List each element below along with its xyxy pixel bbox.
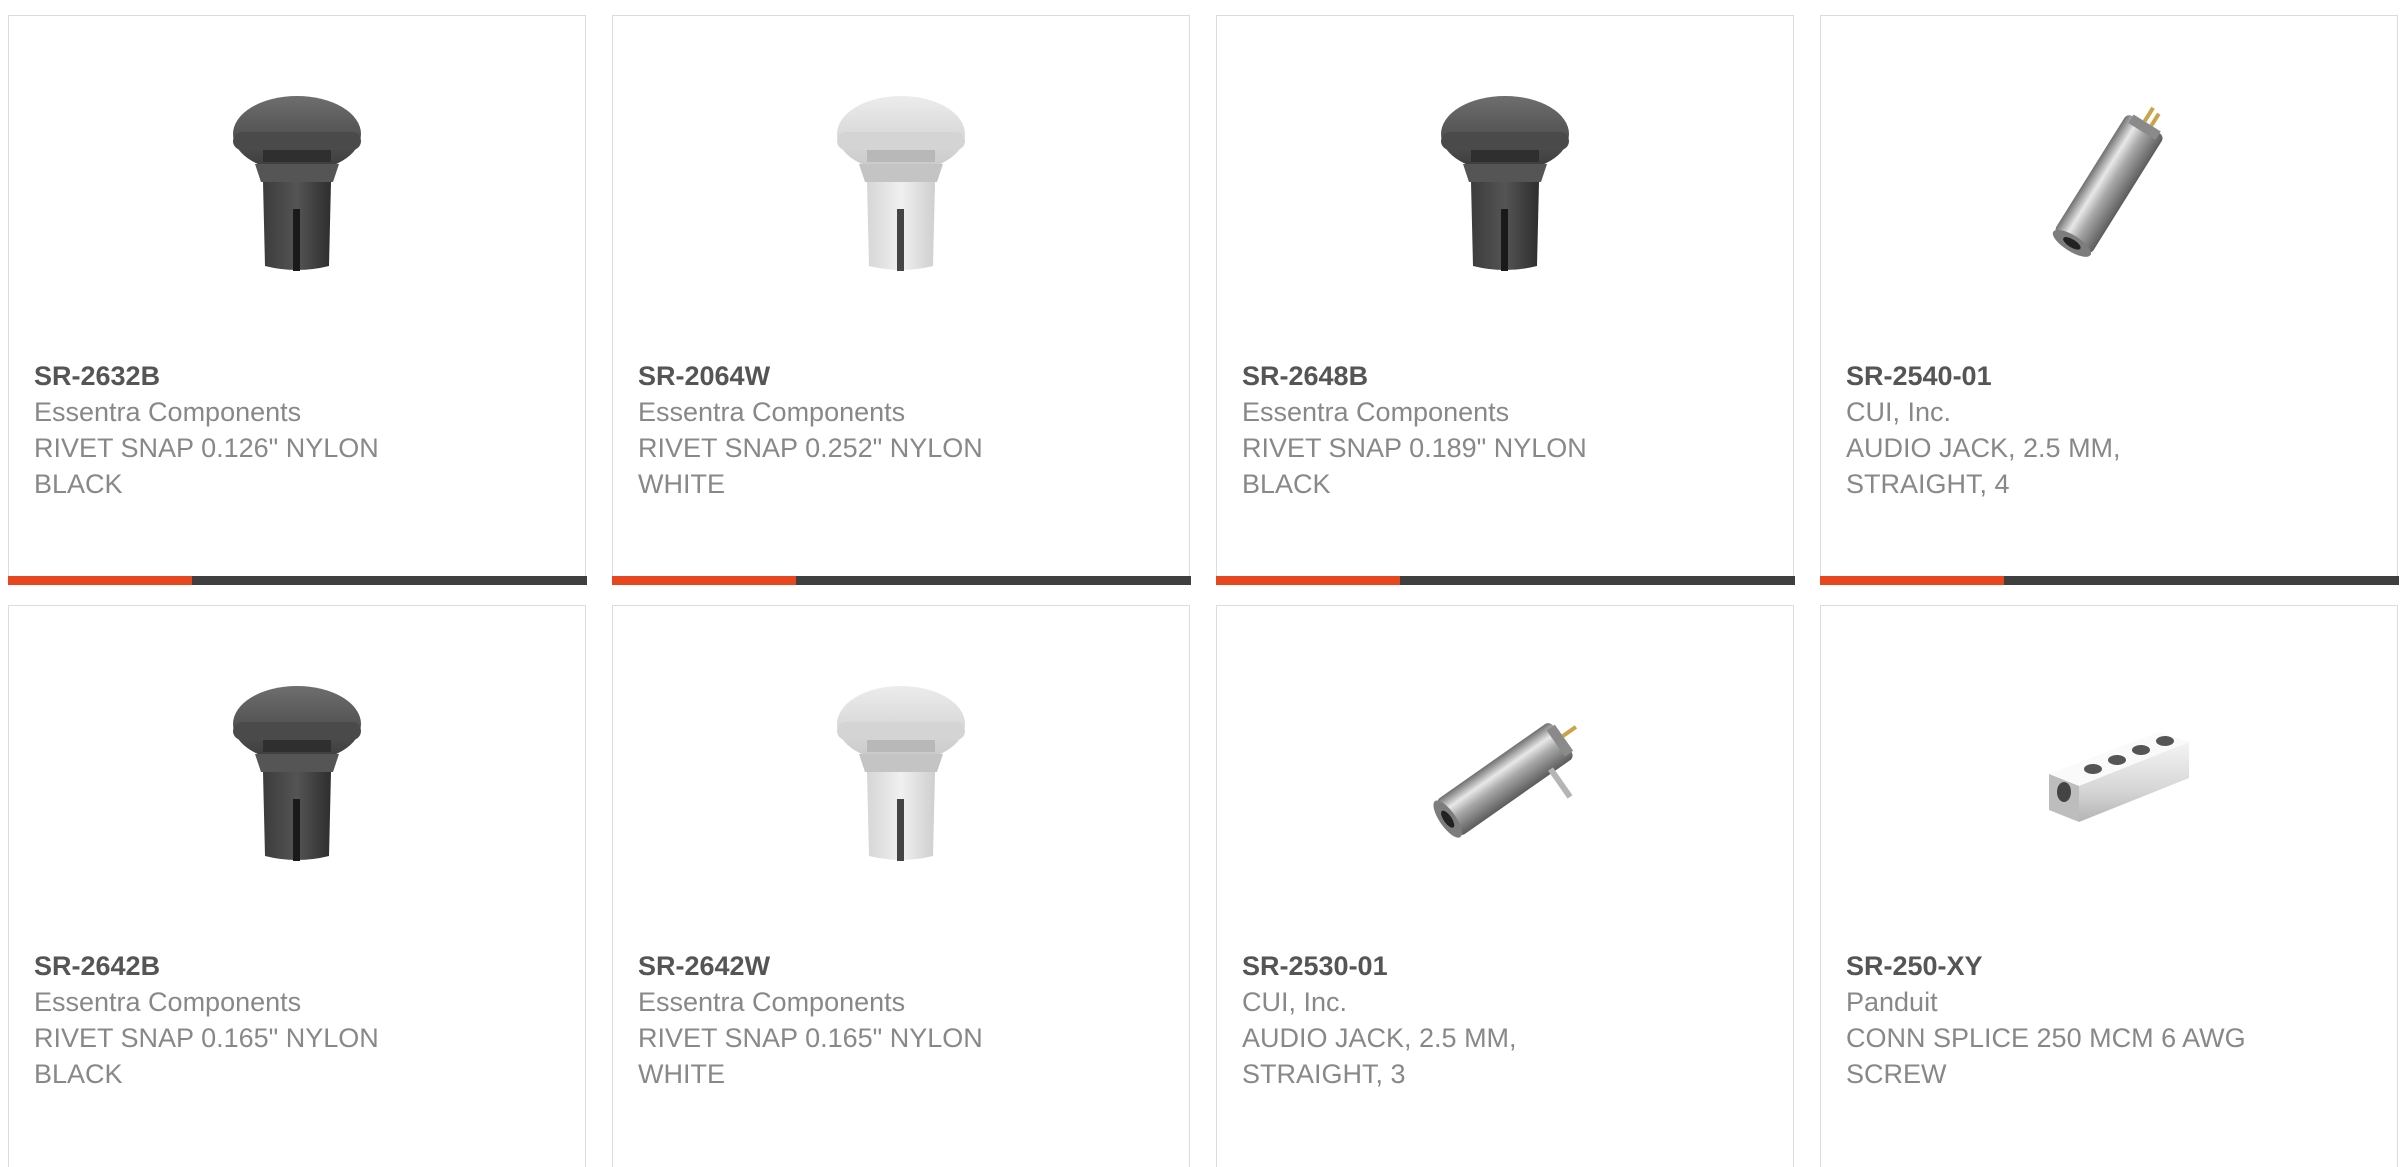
product-description: RIVET SNAP 0.189" NYLON BLACK	[1242, 433, 1587, 499]
product-description: CONN SPLICE 250 MCM 6 AWG SCREW	[1846, 1023, 2246, 1089]
product-info: SR-250-XY Panduit CONN SPLICE 250 MCM 6 …	[1846, 948, 2372, 1092]
card-accent-bar	[7, 576, 192, 585]
part-number-link[interactable]: SR-250-XY	[1846, 948, 2372, 984]
card-accent-bar	[611, 576, 796, 585]
card-footer-bar	[7, 576, 587, 585]
product-grid: SR-2632B Essentra Components RIVET SNAP …	[0, 0, 2400, 1167]
product-card[interactable]: SR-2642W Essentra Components RIVET SNAP …	[612, 605, 1190, 1167]
card-footer-bar	[611, 576, 1191, 585]
product-card[interactable]: SR-2540-01 CUI, Inc. AUDIO JACK, 2.5 MM,…	[1819, 15, 2399, 585]
white-rivet-snap-image[interactable]	[801, 84, 1001, 284]
product-info: SR-2648B Essentra Components RIVET SNAP …	[1242, 358, 1768, 502]
product-card[interactable]: SR-2632B Essentra Components RIVET SNAP …	[7, 15, 587, 585]
manufacturer-name: Essentra Components	[638, 397, 906, 427]
part-number-link[interactable]: SR-2530-01	[1242, 948, 1768, 984]
audio-jack-image[interactable]	[2009, 84, 2209, 284]
product-description: RIVET SNAP 0.165" NYLON WHITE	[638, 1023, 983, 1089]
product-info: SR-2540-01 CUI, Inc. AUDIO JACK, 2.5 MM,…	[1846, 358, 2372, 502]
manufacturer-name: Panduit	[1846, 987, 1938, 1017]
product-card[interactable]: SR-2530-01 CUI, Inc. AUDIO JACK, 2.5 MM,…	[1216, 605, 1794, 1167]
product-info: SR-2642B Essentra Components RIVET SNAP …	[34, 948, 560, 1092]
product-info: SR-2642W Essentra Components RIVET SNAP …	[638, 948, 1164, 1092]
product-card[interactable]: SR-2648B Essentra Components RIVET SNAP …	[1215, 15, 1795, 585]
audio-jack-image[interactable]	[1405, 674, 1605, 874]
product-card[interactable]: SR-2064W Essentra Components RIVET SNAP …	[611, 15, 1191, 585]
part-number-link[interactable]: SR-2648B	[1242, 358, 1768, 394]
product-card[interactable]: SR-250-XY Panduit CONN SPLICE 250 MCM 6 …	[1820, 605, 2398, 1167]
card-footer-bar	[1215, 576, 1795, 585]
manufacturer-name: Essentra Components	[34, 397, 302, 427]
product-description: RIVET SNAP 0.165" NYLON BLACK	[34, 1023, 379, 1089]
part-number-link[interactable]: SR-2540-01	[1846, 358, 2372, 394]
part-number-link[interactable]: SR-2064W	[638, 358, 1164, 394]
part-number-link[interactable]: SR-2642B	[34, 948, 560, 984]
manufacturer-name: CUI, Inc.	[1242, 987, 1348, 1017]
card-accent-bar	[1215, 576, 1400, 585]
product-card[interactable]: SR-2642B Essentra Components RIVET SNAP …	[8, 605, 586, 1167]
manufacturer-name: Essentra Components	[34, 987, 302, 1017]
black-rivet-snap-image[interactable]	[1405, 84, 1605, 284]
part-number-link[interactable]: SR-2642W	[638, 948, 1164, 984]
product-description: AUDIO JACK, 2.5 MM, STRAIGHT, 3	[1242, 1023, 1517, 1089]
part-number-link[interactable]: SR-2632B	[34, 358, 560, 394]
manufacturer-name: Essentra Components	[1242, 397, 1510, 427]
product-info: SR-2530-01 CUI, Inc. AUDIO JACK, 2.5 MM,…	[1242, 948, 1768, 1092]
product-description: AUDIO JACK, 2.5 MM, STRAIGHT, 4	[1846, 433, 2121, 499]
white-rivet-snap-image[interactable]	[801, 674, 1001, 874]
product-description: RIVET SNAP 0.126" NYLON BLACK	[34, 433, 379, 499]
product-info: SR-2064W Essentra Components RIVET SNAP …	[638, 358, 1164, 502]
splice-connector-image[interactable]	[2009, 674, 2209, 874]
card-footer-bar	[1819, 576, 2399, 585]
manufacturer-name: CUI, Inc.	[1846, 397, 1952, 427]
card-accent-bar	[1819, 576, 2004, 585]
product-description: RIVET SNAP 0.252" NYLON WHITE	[638, 433, 983, 499]
manufacturer-name: Essentra Components	[638, 987, 906, 1017]
black-rivet-snap-image[interactable]	[197, 84, 397, 284]
product-info: SR-2632B Essentra Components RIVET SNAP …	[34, 358, 560, 502]
black-rivet-snap-image[interactable]	[197, 674, 397, 874]
